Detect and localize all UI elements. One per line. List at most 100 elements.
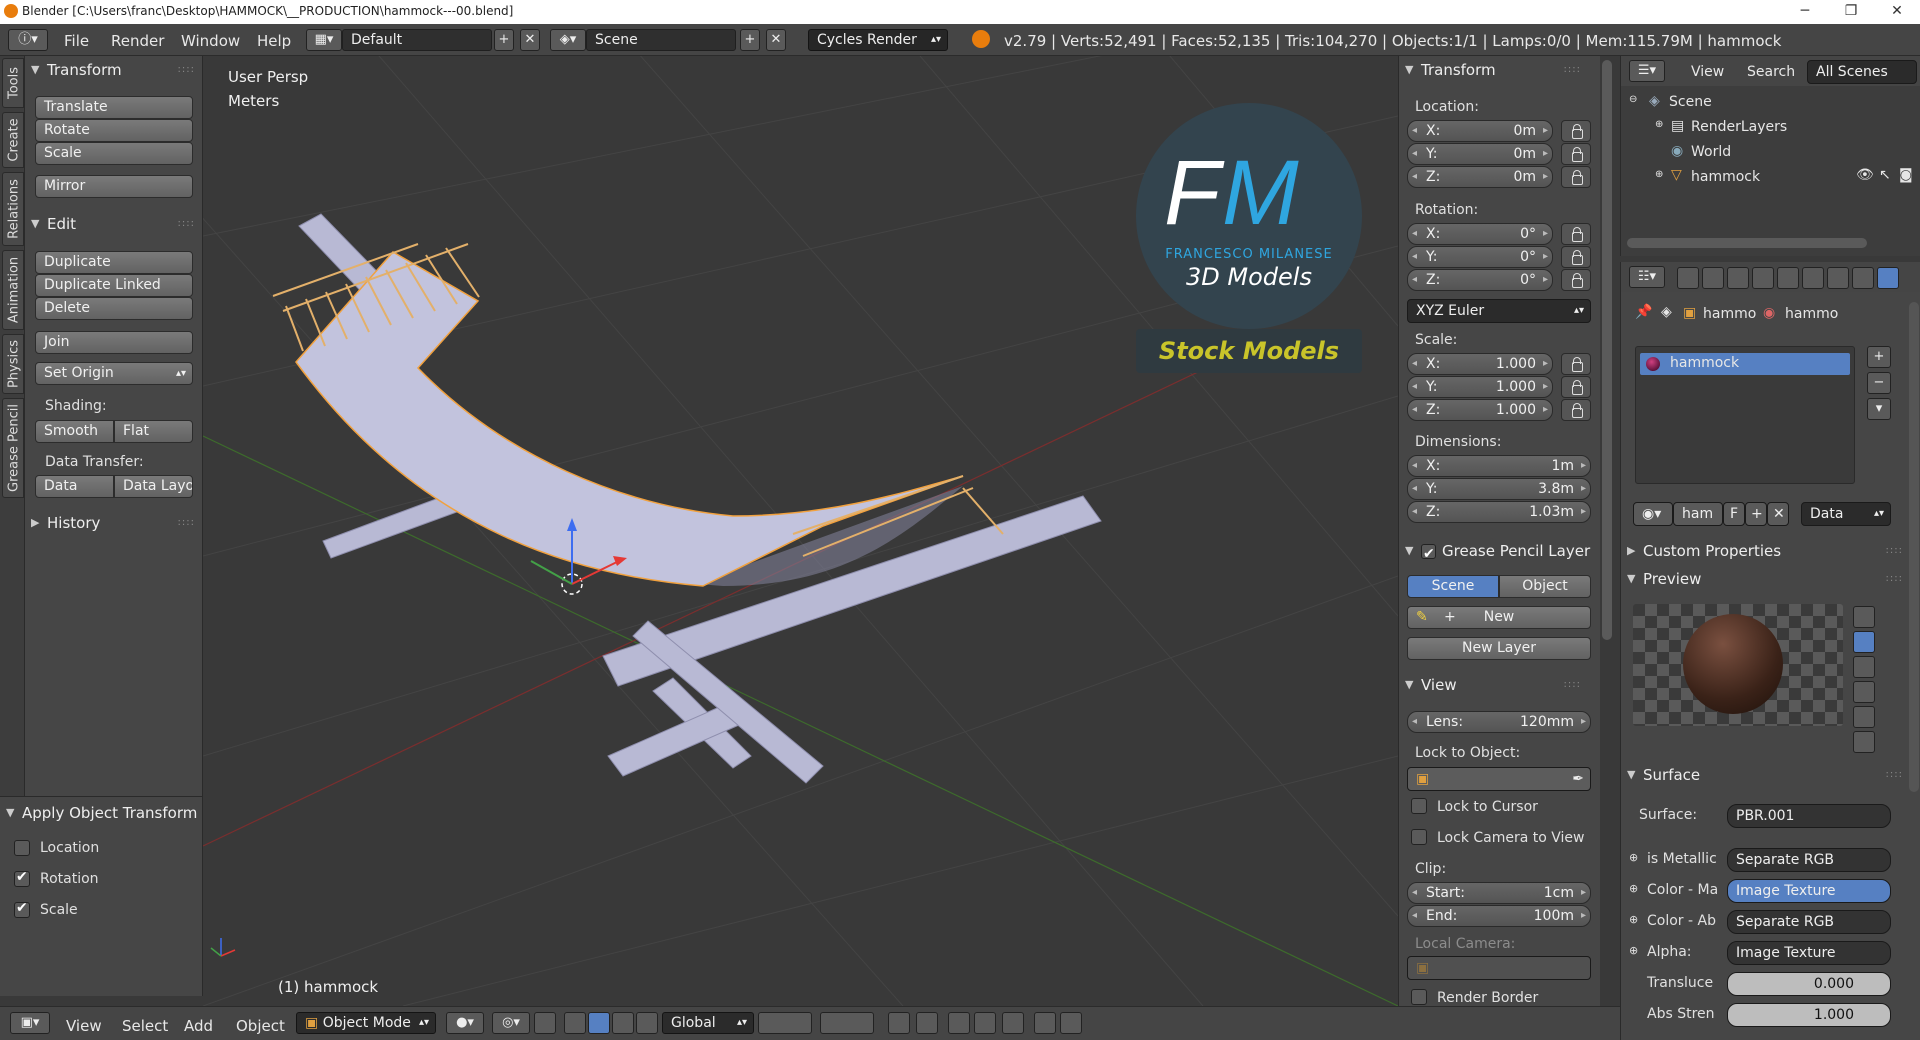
render-tab-icon[interactable] bbox=[1677, 267, 1699, 289]
properties-scrollbar[interactable] bbox=[1909, 302, 1919, 792]
translate-manipulator-icon[interactable] bbox=[564, 1012, 586, 1034]
scale-x-field[interactable]: X:1.000 bbox=[1407, 353, 1553, 375]
render-engine-select[interactable]: Cycles Render ▴▾ bbox=[808, 29, 948, 51]
grease-pencil-toggle[interactable] bbox=[1421, 542, 1436, 566]
lock-location-x-icon[interactable] bbox=[1561, 120, 1591, 142]
rotation-mode-select[interactable]: XYZ Euler ▴▾ bbox=[1407, 299, 1591, 323]
outliner-world[interactable]: World bbox=[1691, 144, 1731, 160]
grease-object-toggle[interactable]: Object bbox=[1499, 575, 1591, 598]
proportional-edit-icon[interactable] bbox=[916, 1012, 938, 1034]
is-metallic-link-icon[interactable]: ⊕ bbox=[1629, 851, 1638, 864]
layers-block-1-icon[interactable] bbox=[758, 1012, 812, 1034]
render-camera-icon[interactable]: ◙ bbox=[1899, 167, 1913, 183]
translate-button[interactable]: Translate bbox=[35, 96, 193, 119]
expand-hammock-icon[interactable]: ⊕ bbox=[1655, 169, 1663, 180]
alpha-link-icon[interactable]: ⊕ bbox=[1629, 944, 1638, 957]
scale-z-field[interactable]: Z:1.000 bbox=[1407, 399, 1553, 421]
lock-location-y-icon[interactable] bbox=[1561, 143, 1591, 165]
render-border-checkbox[interactable] bbox=[1411, 989, 1427, 1005]
outliner-hscrollbar[interactable] bbox=[1627, 238, 1867, 248]
mirror-button[interactable]: Mirror bbox=[35, 175, 193, 198]
lock-rotation-y-icon[interactable] bbox=[1561, 246, 1591, 268]
rotate-manipulator-icon[interactable] bbox=[612, 1012, 634, 1034]
color-ab-link-icon[interactable]: ⊕ bbox=[1629, 913, 1638, 926]
constraints-tab-icon[interactable] bbox=[1802, 267, 1824, 289]
outliner-filter-select[interactable]: All Scenes bbox=[1807, 60, 1917, 84]
eyedropper-icon[interactable]: ✒ bbox=[1572, 768, 1584, 790]
render-layers-tab-icon[interactable] bbox=[1702, 267, 1724, 289]
orientation-select[interactable]: Global ▴▾ bbox=[662, 1012, 754, 1034]
opengl-render-icon[interactable] bbox=[1034, 1012, 1056, 1034]
unlink-material-button[interactable]: ✕ bbox=[1767, 502, 1789, 526]
data-layout-button[interactable]: Data Layo bbox=[114, 475, 193, 498]
outliner-scene[interactable]: Scene bbox=[1669, 94, 1712, 110]
lock-rotation-x-icon[interactable] bbox=[1561, 223, 1591, 245]
edit-panel-header[interactable]: ▼ Edit:::: bbox=[25, 212, 203, 236]
expand-scene-icon[interactable]: ⊖ bbox=[1629, 94, 1637, 105]
translate-active-icon[interactable] bbox=[588, 1012, 610, 1034]
add-slot-button[interactable]: + bbox=[1867, 346, 1891, 368]
remove-scene-button[interactable]: ✕ bbox=[766, 29, 786, 51]
add-scene-button[interactable]: + bbox=[740, 29, 760, 51]
lock-scale-y-icon[interactable] bbox=[1561, 376, 1591, 398]
modifiers-tab-icon[interactable] bbox=[1827, 267, 1849, 289]
color-ma-input[interactable]: Image Texture bbox=[1727, 879, 1891, 903]
grease-pencil-layer-header[interactable]: ▼Grease Pencil Layer bbox=[1399, 539, 1595, 566]
snap-target-icon[interactable] bbox=[1002, 1012, 1024, 1034]
transform-panel-header[interactable]: ▼ Transform:::: bbox=[25, 58, 203, 82]
outliner-view-menu[interactable]: View bbox=[1691, 64, 1724, 80]
outliner-search-menu[interactable]: Search bbox=[1747, 64, 1795, 80]
preview-sphere-icon[interactable] bbox=[1853, 631, 1875, 653]
properties-editor-icon[interactable]: ☷▾ bbox=[1629, 266, 1665, 288]
menu-add[interactable]: Add bbox=[184, 1017, 213, 1035]
outliner-hammock[interactable]: hammock bbox=[1691, 169, 1760, 185]
rotate-button[interactable]: Rotate bbox=[35, 119, 193, 142]
color-ma-link-icon[interactable]: ⊕ bbox=[1629, 882, 1638, 895]
outliner-editor-icon[interactable]: ☰▾ bbox=[1629, 60, 1665, 82]
new-material-button[interactable]: + bbox=[1745, 502, 1767, 526]
lock-scale-z-icon[interactable] bbox=[1561, 399, 1591, 421]
scale-checkbox[interactable] bbox=[14, 900, 30, 918]
scene-icon[interactable]: ◈▾ bbox=[550, 29, 586, 51]
rotation-z-field[interactable]: Z:0° bbox=[1407, 269, 1553, 291]
mode-select[interactable]: ▣ Object Mode ▴▾ bbox=[296, 1012, 436, 1034]
rotation-x-field[interactable]: X:0° bbox=[1407, 223, 1553, 245]
scale-manipulator-icon[interactable] bbox=[636, 1012, 658, 1034]
tab-grease-pencil[interactable]: Grease Pencil bbox=[2, 398, 24, 498]
preview-cube-icon[interactable] bbox=[1853, 656, 1875, 678]
local-camera-field[interactable]: ▣ bbox=[1407, 956, 1591, 980]
screen-layout-icon[interactable]: ▦▾ bbox=[306, 29, 342, 51]
lock-camera-checkbox[interactable] bbox=[1411, 829, 1427, 845]
grease-new-button[interactable]: ✎ + New bbox=[1407, 606, 1591, 629]
location-x-field[interactable]: X:0m bbox=[1407, 120, 1553, 142]
snap-element-icon[interactable] bbox=[974, 1012, 996, 1034]
lens-field[interactable]: Lens:120mm bbox=[1407, 711, 1591, 733]
clip-end-field[interactable]: End:100m bbox=[1407, 905, 1591, 927]
fake-user-button[interactable]: F bbox=[1723, 502, 1745, 526]
material-name-field[interactable]: ham bbox=[1673, 502, 1723, 526]
menu-view[interactable]: View bbox=[66, 1017, 102, 1035]
manipulator-toggle-icon[interactable] bbox=[534, 1012, 556, 1034]
tab-physics[interactable]: Physics bbox=[2, 334, 24, 394]
npanel-scrollbar[interactable] bbox=[1602, 60, 1612, 640]
is-metallic-input[interactable]: Separate RGB bbox=[1727, 848, 1891, 872]
rotation-y-field[interactable]: Y:0° bbox=[1407, 246, 1553, 268]
new-layer-button[interactable]: New Layer bbox=[1407, 637, 1591, 660]
add-layout-button[interactable]: + bbox=[494, 29, 514, 51]
selectability-cursor-icon[interactable]: ↖ bbox=[1879, 167, 1891, 183]
lock-location-z-icon[interactable] bbox=[1561, 166, 1591, 188]
menu-file[interactable]: File bbox=[64, 32, 89, 50]
scale-button[interactable]: Scale bbox=[35, 142, 193, 165]
alpha-input[interactable]: Image Texture bbox=[1727, 941, 1891, 965]
dimensions-x-field[interactable]: X:1m bbox=[1407, 455, 1591, 477]
layout-field[interactable]: Default bbox=[342, 29, 492, 51]
visibility-eye-icon[interactable]: 👁 bbox=[1856, 167, 1874, 183]
preview-plane-icon[interactable] bbox=[1853, 606, 1875, 628]
color-ab-input[interactable]: Separate RGB bbox=[1727, 910, 1891, 934]
rotation-checkbox[interactable] bbox=[14, 869, 30, 887]
scene-tab-icon[interactable] bbox=[1727, 267, 1749, 289]
snap-toggle-icon[interactable] bbox=[948, 1012, 970, 1034]
menu-help[interactable]: Help bbox=[257, 32, 291, 50]
lock-to-cursor-checkbox[interactable] bbox=[1411, 798, 1427, 814]
location-y-field[interactable]: Y:0m bbox=[1407, 143, 1553, 165]
